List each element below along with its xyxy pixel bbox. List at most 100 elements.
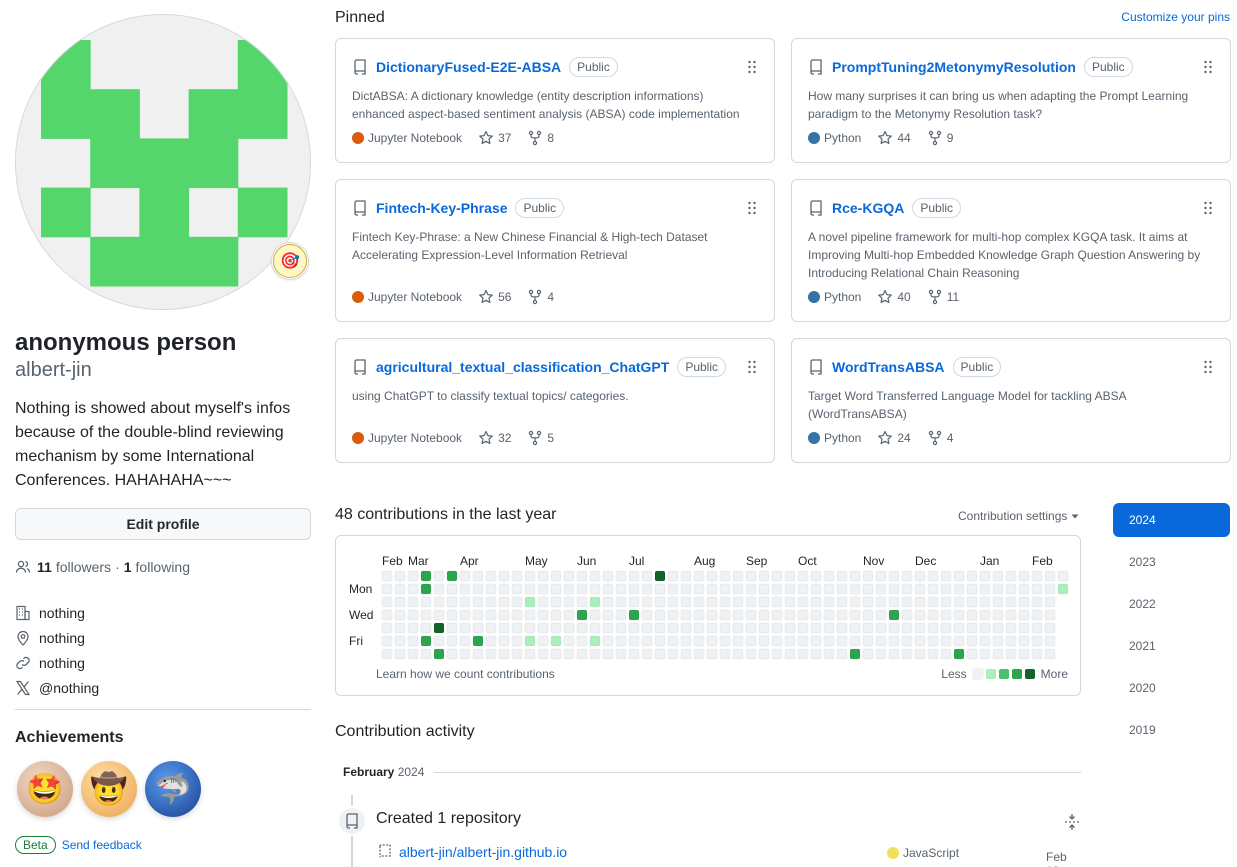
contribution-day-cell[interactable] [602,622,614,634]
contribution-day-cell[interactable] [823,583,835,595]
repo-stars-link[interactable]: 24 [877,430,911,446]
contribution-day-cell[interactable] [537,570,549,582]
contribution-day-cell[interactable] [784,570,796,582]
contribution-day-cell[interactable] [420,635,432,647]
contribution-day-cell[interactable] [628,648,640,660]
contribution-day-cell[interactable] [433,635,445,647]
vcard-twitter[interactable]: @nothing [15,675,99,700]
contribution-day-cell[interactable] [615,570,627,582]
contribution-day-cell[interactable] [602,583,614,595]
contribution-day-cell[interactable] [1005,635,1017,647]
contribution-day-cell[interactable] [615,609,627,621]
contribution-day-cell[interactable] [1018,583,1030,595]
contribution-day-cell[interactable] [498,635,510,647]
contribution-day-cell[interactable] [966,596,978,608]
contribution-day-cell[interactable] [953,648,965,660]
contribution-day-cell[interactable] [784,583,796,595]
contribution-day-cell[interactable] [732,570,744,582]
contribution-day-cell[interactable] [628,622,640,634]
contribution-day-cell[interactable] [459,622,471,634]
contribution-day-cell[interactable] [836,609,848,621]
contribution-day-cell[interactable] [459,596,471,608]
contribution-day-cell[interactable] [654,648,666,660]
contribution-day-cell[interactable] [745,596,757,608]
year-2021-button[interactable]: 2021 [1113,629,1230,663]
contribution-day-cell[interactable] [498,609,510,621]
contribution-day-cell[interactable] [537,622,549,634]
contribution-day-cell[interactable] [836,648,848,660]
contribution-day-cell[interactable] [732,596,744,608]
contribution-day-cell[interactable] [966,635,978,647]
contribution-day-cell[interactable] [953,635,965,647]
contribution-day-cell[interactable] [927,570,939,582]
contribution-day-cell[interactable] [875,609,887,621]
contribution-day-cell[interactable] [602,635,614,647]
contribution-day-cell[interactable] [459,609,471,621]
contribution-day-cell[interactable] [979,648,991,660]
contribution-day-cell[interactable] [823,596,835,608]
repo-forks-link[interactable]: 8 [527,130,554,146]
contribution-day-cell[interactable] [485,596,497,608]
contribution-day-cell[interactable] [589,609,601,621]
contribution-day-cell[interactable] [706,583,718,595]
contribution-day-cell[interactable] [745,570,757,582]
contribution-day-cell[interactable] [394,635,406,647]
learn-contributions-link[interactable]: Learn how we count contributions [376,667,555,681]
repo-forks-link[interactable]: 11 [927,289,959,305]
contribution-day-cell[interactable] [381,583,393,595]
contribution-day-cell[interactable] [433,609,445,621]
contribution-day-cell[interactable] [1005,622,1017,634]
status-badge[interactable]: 🎯 [271,242,309,280]
contribution-day-cell[interactable] [1044,583,1056,595]
contribution-day-cell[interactable] [576,570,588,582]
contribution-day-cell[interactable] [511,635,523,647]
contribution-day-cell[interactable] [654,635,666,647]
contribution-day-cell[interactable] [901,570,913,582]
contribution-day-cell[interactable] [771,583,783,595]
contribution-day-cell[interactable] [654,570,666,582]
contribution-day-cell[interactable] [485,583,497,595]
grabber-icon[interactable] [746,59,758,75]
contribution-day-cell[interactable] [381,648,393,660]
contribution-day-cell[interactable] [888,583,900,595]
contribution-day-cell[interactable] [1044,635,1056,647]
contribution-day-cell[interactable] [1005,570,1017,582]
contribution-day-cell[interactable] [901,596,913,608]
contribution-day-cell[interactable] [823,570,835,582]
contribution-day-cell[interactable] [901,648,913,660]
contribution-day-cell[interactable] [927,622,939,634]
repo-stars-link[interactable]: 40 [877,289,911,305]
contribution-day-cell[interactable] [420,596,432,608]
contribution-day-cell[interactable] [459,570,471,582]
contribution-day-cell[interactable] [667,596,679,608]
contribution-day-cell[interactable] [745,609,757,621]
contribution-day-cell[interactable] [693,596,705,608]
contribution-settings-dropdown[interactable]: Contribution settings [958,509,1079,523]
contribution-day-cell[interactable] [1005,583,1017,595]
pinned-repo-name[interactable]: WordTransABSA [832,359,945,375]
contribution-day-cell[interactable] [550,570,562,582]
contribution-day-cell[interactable] [602,570,614,582]
contribution-day-cell[interactable] [940,609,952,621]
contribution-day-cell[interactable] [771,570,783,582]
grabber-icon[interactable] [1202,59,1214,75]
contribution-day-cell[interactable] [511,583,523,595]
contribution-day-cell[interactable] [940,583,952,595]
contribution-day-cell[interactable] [758,648,770,660]
contribution-day-cell[interactable] [589,635,601,647]
contribution-day-cell[interactable] [953,583,965,595]
grabber-icon[interactable] [1202,359,1214,375]
contribution-day-cell[interactable] [563,635,575,647]
contribution-day-cell[interactable] [654,609,666,621]
contribution-day-cell[interactable] [680,635,692,647]
contribution-day-cell[interactable] [706,622,718,634]
contribution-day-cell[interactable] [862,635,874,647]
contribution-day-cell[interactable] [862,622,874,634]
contribution-day-cell[interactable] [914,609,926,621]
contribution-day-cell[interactable] [576,609,588,621]
contribution-day-cell[interactable] [875,570,887,582]
contribution-day-cell[interactable] [407,648,419,660]
contribution-day-cell[interactable] [511,648,523,660]
contribution-day-cell[interactable] [628,570,640,582]
contribution-day-cell[interactable] [667,648,679,660]
